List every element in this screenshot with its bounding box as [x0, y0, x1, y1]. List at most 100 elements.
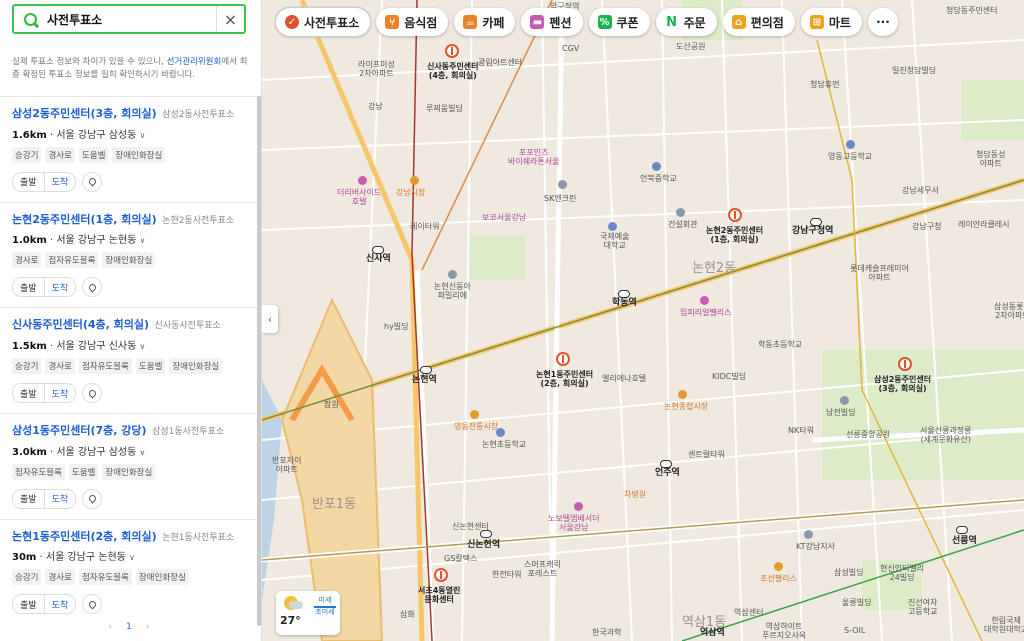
depart-button[interactable]: 출발: [13, 595, 44, 613]
station-nonhyeon[interactable]: 논현역: [412, 375, 437, 385]
place-name-link[interactable]: 신사동주민센터(4층, 회의실): [12, 318, 149, 331]
item-address[interactable]: 30m · 서울 강남구 논현동 ∨: [12, 548, 246, 563]
poi-marker[interactable]: [470, 410, 479, 419]
location-pin-button[interactable]: [82, 277, 103, 298]
map-canvas[interactable]: 논현2동 반포1동 역삼1동 신사역 학동역 강남구청역 논현역 언주역 신논현…: [262, 0, 1024, 641]
poi-label[interactable]: GS칼텍스: [444, 554, 477, 563]
poi-marker[interactable]: [608, 222, 617, 231]
poi-label[interactable]: 스머프캐릭 포레스트: [524, 560, 561, 578]
poi-label[interactable]: 임피리얼팰리스: [680, 308, 732, 317]
item-address[interactable]: 1.5km · 서울 강남구 신사동 ∨: [12, 337, 246, 352]
poi-marker[interactable]: [804, 530, 813, 539]
poi-label[interactable]: 신논현센터: [452, 522, 489, 531]
poi-label[interactable]: 논현신동아 파밀리에: [434, 282, 471, 300]
poi-label[interactable]: 차병원: [624, 490, 646, 499]
item-address[interactable]: 1.6km · 서울 강남구 삼성동 ∨: [12, 126, 246, 141]
polling-place-label-nonhyeon2[interactable]: 논현2동주민센터 (1층, 회의실): [706, 226, 763, 244]
poi-label[interactable]: 강남시장: [396, 188, 425, 197]
poi-label[interactable]: CGV: [562, 44, 579, 53]
poi-marker[interactable]: [678, 390, 687, 399]
poi-label[interactable]: 논현종합시장: [664, 402, 708, 411]
poi-marker[interactable]: [846, 140, 855, 149]
search-input[interactable]: 사전투표소: [47, 11, 102, 28]
poi-label[interactable]: 건설회관: [668, 220, 697, 229]
station-marker[interactable]: [810, 218, 822, 226]
poi-label[interactable]: hy빌딩: [384, 322, 409, 331]
poi-label[interactable]: 센트럴타워: [688, 450, 725, 459]
poi-marker[interactable]: [676, 208, 685, 217]
poi-marker[interactable]: [574, 502, 583, 511]
chip-cafe[interactable]: ☕ 카페: [454, 8, 516, 36]
poi-marker[interactable]: [774, 562, 783, 571]
chip-order[interactable]: N 주문: [655, 8, 717, 36]
poi-label[interactable]: KIDC빌딩: [712, 372, 746, 381]
weather-widget[interactable]: 27° 미세 초미세: [276, 591, 340, 635]
place-name-link[interactable]: 삼성1동주민센터(7층, 강당): [12, 424, 147, 437]
poi-label[interactable]: 국제예술 대학교: [600, 232, 629, 250]
poi-label[interactable]: 청담동성 아파트: [976, 150, 1005, 168]
chip-convenience-store[interactable]: ⌂ 편의점: [722, 8, 795, 36]
polling-place-marker[interactable]: [898, 357, 912, 371]
polling-place-label-seocho4[interactable]: 서초4동열린 문화센터: [418, 586, 460, 604]
poi-label[interactable]: 엘리에나호텔: [602, 374, 646, 383]
poi-label[interactable]: 보코서울강남: [482, 213, 526, 222]
arrive-button[interactable]: 도착: [43, 278, 76, 297]
polling-place-label-sinsa[interactable]: 신사동주민센터 (4층, 회의실): [427, 62, 479, 80]
arrive-button[interactable]: 도착: [43, 172, 76, 191]
poi-label[interactable]: 한림국제 대학원대학교: [984, 616, 1024, 634]
station-marker[interactable]: [660, 460, 672, 468]
more-categories-button[interactable]: ···: [867, 8, 898, 36]
chip-coupon[interactable]: % 쿠폰: [588, 8, 650, 36]
poi-label[interactable]: 역삼센터: [734, 608, 763, 617]
poi-label[interactable]: 역삼하이트 푸르지오사옥: [762, 622, 806, 640]
prev-page-button[interactable]: ‹: [109, 622, 113, 632]
station-sinnonhyeon[interactable]: 신논현역: [467, 540, 500, 550]
station-seolleung[interactable]: 선릉역: [952, 536, 977, 546]
poi-label[interactable]: 도산공원: [676, 42, 705, 51]
poi-label[interactable]: 강남구청: [912, 222, 941, 231]
poi-label[interactable]: 반포자이 아파트: [272, 456, 301, 474]
polling-place-marker[interactable]: [556, 352, 570, 366]
list-item[interactable]: 논현1동주민센터(2층, 회의실) 논현1동사전투표소 30m · 서울 강남구…: [0, 518, 258, 625]
location-pin-button[interactable]: [82, 488, 103, 509]
location-pin-button[interactable]: [82, 171, 103, 192]
poi-marker[interactable]: [652, 162, 661, 171]
poi-label[interactable]: 케이타워: [410, 222, 439, 231]
station-marker[interactable]: [480, 530, 492, 538]
poi-label[interactable]: SK엔크린: [544, 194, 576, 203]
poi-label[interactable]: 삼성빌딩: [834, 568, 863, 577]
poi-label[interactable]: 언북중학교: [640, 174, 677, 183]
list-item[interactable]: 신사동주민센터(4층, 회의실) 신사동사전투표소 1.5km · 서울 강남구…: [0, 307, 258, 413]
chip-restaurant[interactable]: ⑂ 음식점: [376, 8, 449, 36]
list-item[interactable]: 삼성2동주민센터(3층, 회의실) 삼성2동사전투표소 1.6km · 서울 강…: [0, 96, 258, 202]
arrive-button[interactable]: 도착: [43, 489, 76, 508]
polling-place-marker[interactable]: [445, 44, 459, 58]
poi-label[interactable]: KT강남지사: [796, 542, 835, 551]
list-item[interactable]: 논현2동주민센터(1층, 회의실) 논현2동사전투표소 1.0km · 서울 강…: [0, 201, 258, 308]
poi-label[interactable]: 영동전통시장: [454, 422, 498, 431]
item-address[interactable]: 1.0km · 서울 강남구 논현동 ∨: [12, 231, 246, 246]
list-item[interactable]: 삼성1동주민센터(7층, 강당) 삼성1동사전투표소 3.0km · 서울 강남…: [0, 413, 258, 519]
polling-place-label-nonhyeon1[interactable]: 논현1동주민센터 (2층, 회의실): [536, 370, 593, 388]
poi-label[interactable]: 라이프미성 2차아파트: [358, 60, 395, 78]
poi-marker[interactable]: [558, 180, 567, 189]
poi-label[interactable]: 청담동주민센터: [946, 6, 998, 15]
poi-label[interactable]: 진선여자 고등학교: [908, 598, 937, 616]
poi-marker[interactable]: [448, 270, 457, 279]
poi-label[interactable]: 조선팰리스: [760, 574, 797, 583]
poi-label[interactable]: 선릉중앙공원: [846, 430, 890, 439]
location-pin-button[interactable]: [82, 383, 103, 404]
poi-label[interactable]: 삼성동롯데 2차아파트: [994, 302, 1024, 320]
depart-button[interactable]: 출발: [13, 173, 44, 191]
poi-marker[interactable]: [410, 176, 419, 185]
chip-early-voting[interactable]: ✓ 사전투표소: [276, 8, 371, 36]
station-sinsa[interactable]: 신사역: [366, 254, 391, 264]
station-marker[interactable]: [618, 290, 630, 298]
result-scrollbar[interactable]: [257, 96, 261, 626]
poi-label[interactable]: 한전타워: [492, 570, 521, 579]
poi-label[interactable]: 울릉빌딩: [842, 598, 871, 607]
poi-marker[interactable]: [358, 176, 367, 185]
poi-label[interactable]: 논현초등학교: [482, 440, 526, 449]
poi-marker[interactable]: [840, 396, 849, 405]
arrive-button[interactable]: 도착: [43, 384, 76, 403]
